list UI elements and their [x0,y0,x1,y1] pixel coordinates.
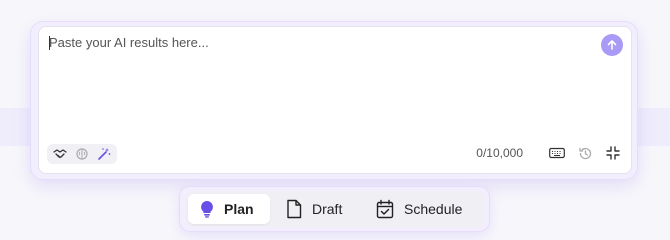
magic-wand-icon [98,148,111,160]
keyboard-icon [549,147,565,159]
text-caret [49,36,50,50]
handshake-button[interactable] [51,145,69,163]
collapse-icon [606,146,620,160]
mode-switch: Plan Draft Schedule [185,191,484,227]
brain-button[interactable] [73,145,91,163]
tab-schedule[interactable]: Schedule [364,194,480,224]
calendar-check-icon [376,199,394,219]
document-icon [287,199,302,219]
magic-wand-button[interactable] [95,145,113,163]
lightbulb-icon [201,201,213,218]
brain-icon [76,148,88,160]
keyboard-button[interactable] [547,143,567,163]
collapse-button[interactable] [603,143,623,163]
tab-plan[interactable]: Plan [188,194,270,224]
tab-plan-label: Plan [224,201,254,217]
tab-draft-label: Draft [312,201,343,217]
history-button[interactable] [575,143,595,163]
tab-schedule-label: Schedule [404,201,463,217]
tool-group [47,144,117,164]
character-counter: 0/10,000 [476,146,523,160]
arrow-up-icon [607,40,617,50]
tab-draft[interactable]: Draft [274,194,362,224]
composer-actions: 0/10,000 [476,143,623,163]
composer: 0/10,000 [38,26,632,174]
send-button[interactable] [601,34,623,56]
handshake-icon [53,149,67,159]
history-icon [578,147,591,159]
results-input[interactable] [49,34,589,134]
